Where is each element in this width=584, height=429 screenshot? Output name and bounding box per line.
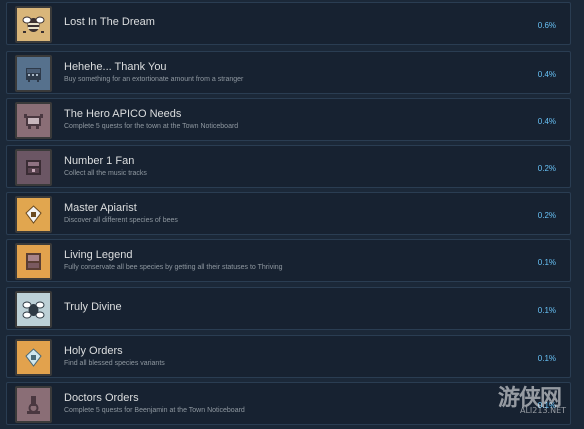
achievement-title: Hehehe... Thank You <box>64 61 167 73</box>
achievement-icon-frame <box>15 243 52 280</box>
achievement-description: Complete 5 quests for the town at the To… <box>64 123 239 130</box>
achievement-title: Living Legend <box>64 249 133 261</box>
microscope-icon <box>20 391 47 418</box>
bee-badge-icon <box>20 201 47 228</box>
achievement-percent: 0.1% <box>537 306 556 315</box>
achievement-description: Complete 5 quests for Beenjamin at the T… <box>64 407 245 414</box>
achievement-row-doctors-orders[interactable]: Doctors Orders Complete 5 quests for Bee… <box>6 382 571 425</box>
achievement-percent: 0.2% <box>537 164 556 173</box>
achievement-title: Holy Orders <box>64 345 123 357</box>
statue-icon <box>20 248 47 275</box>
achievement-description: Find all blessed species variants <box>64 360 165 367</box>
achievement-title: Doctors Orders <box>64 392 139 404</box>
achievement-row-truly-divine[interactable]: Truly Divine 0.1% <box>6 287 571 330</box>
achievement-icon-frame <box>15 102 52 139</box>
achievement-title: The Hero APICO Needs <box>64 108 182 120</box>
achievement-icon-frame <box>15 291 52 328</box>
achievement-row-lost-in-the-dream[interactable]: Lost In The Dream 0.6% <box>6 2 571 45</box>
achievement-description: Fully conservate all bee species by gett… <box>64 264 283 271</box>
achievement-icon-frame <box>15 6 52 43</box>
achievement-percent: 0.2% <box>537 211 556 220</box>
chest-icon <box>20 60 47 87</box>
achievement-percent: 0.4% <box>537 117 556 126</box>
achievement-row-living-legend[interactable]: Living Legend Fully conservate all bee s… <box>6 239 571 282</box>
watermark-subtext: ALI213.NET <box>520 406 567 415</box>
achievement-row-master-apiarist[interactable]: Master Apiarist Discover all different s… <box>6 192 571 235</box>
achievement-icon-frame <box>15 55 52 92</box>
achievement-row-number-1-fan[interactable]: Number 1 Fan Collect all the music track… <box>6 145 571 188</box>
achievement-description: Buy something for an extortionate amount… <box>64 76 244 83</box>
achievement-percent: 0.4% <box>537 70 556 79</box>
holy-bee-icon <box>20 344 47 371</box>
jukebox-icon <box>20 154 47 181</box>
achievement-title: Truly Divine <box>64 301 122 313</box>
achievement-percent: 0.6% <box>537 21 556 30</box>
achievement-row-holy-orders[interactable]: Holy Orders Find all blessed species var… <box>6 335 571 378</box>
achievement-description: Discover all different species of bees <box>64 217 178 224</box>
achievement-icon-frame <box>15 386 52 423</box>
achievement-percent: 0.1% <box>537 354 556 363</box>
achievement-title: Number 1 Fan <box>64 155 135 167</box>
achievement-icon-frame <box>15 196 52 233</box>
achievement-title: Master Apiarist <box>64 202 137 214</box>
achievement-percent: 0.1% <box>537 258 556 267</box>
achievement-icon-frame <box>15 149 52 186</box>
achievement-description: Collect all the music tracks <box>64 170 147 177</box>
crown-icon <box>20 107 47 134</box>
achievement-title: Lost In The Dream <box>64 16 155 28</box>
achievement-icon-frame <box>15 339 52 376</box>
achievement-row-hehehe-thank-you[interactable]: Hehehe... Thank You Buy something for an… <box>6 51 571 94</box>
divine-bee-icon <box>20 296 47 323</box>
bee-icon <box>20 11 47 38</box>
achievement-row-the-hero-apico-needs[interactable]: The Hero APICO Needs Complete 5 quests f… <box>6 98 571 141</box>
